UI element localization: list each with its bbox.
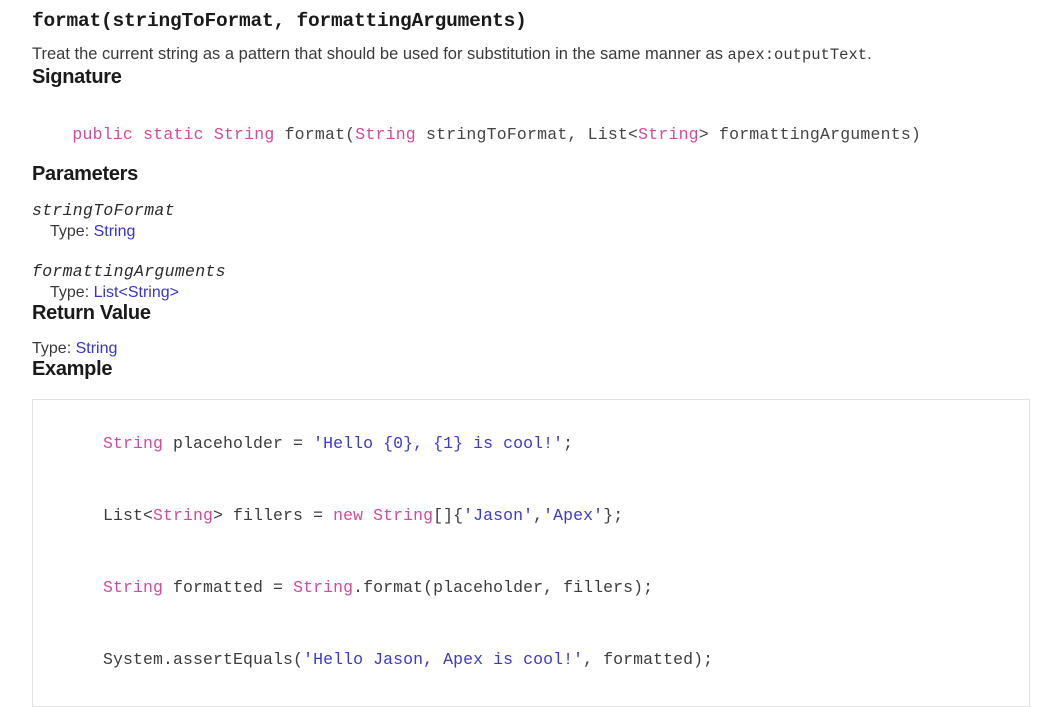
code-token-plain: };	[603, 505, 624, 525]
code-token-plain: ;	[563, 433, 574, 453]
code-token-plain: ,	[533, 505, 544, 525]
description-lead-text: Treat the current string as a pattern th…	[32, 45, 728, 63]
code-line: List<String> fillers = new String[]{'Jas…	[43, 480, 1017, 552]
signature-token-param2-name: > formattingArguments)	[698, 124, 922, 144]
code-line: System.assertEquals('Hello Jason, Apex i…	[43, 624, 1017, 696]
code-token-type: String	[103, 433, 164, 453]
parameter-entry: stringToFormat Type: String	[32, 201, 1029, 241]
parameter-type-label: Type:	[50, 222, 90, 240]
parameter-name: stringToFormat	[32, 200, 175, 220]
code-token-type: String	[293, 577, 354, 597]
parameter-type-label: Type:	[50, 283, 90, 301]
method-description: Treat the current string as a pattern th…	[32, 43, 1029, 66]
code-token-plain: .format(placeholder, fillers);	[353, 577, 654, 597]
code-token-plain: List<	[103, 505, 154, 525]
signature-token-method: format(	[284, 124, 356, 144]
parameter-type-row: Type: List<String>	[50, 284, 1029, 302]
parameters-section-heading: Parameters	[32, 162, 138, 185]
parameter-type-link-string[interactable]: String	[128, 284, 170, 301]
return-type-label: Type:	[32, 339, 72, 357]
return-type-link-string[interactable]: String	[76, 340, 118, 357]
return-value-section-heading: Return Value	[32, 301, 151, 324]
parameter-entry: formattingArguments Type: List<String>	[32, 262, 1029, 302]
code-token-type: String	[153, 505, 214, 525]
parameter-type-row: Type: String	[50, 223, 1029, 241]
signature-token-param2-type: String	[638, 124, 699, 144]
parameter-type-link-list[interactable]: List	[94, 284, 119, 301]
code-token-string: 'Hello {0}, {1} is cool!'	[313, 433, 564, 453]
code-token-plain: []{	[433, 505, 464, 525]
code-token-plain: formatted =	[163, 577, 294, 597]
parameter-type-link-string[interactable]: String	[94, 223, 136, 240]
example-section-heading: Example	[32, 357, 113, 380]
code-token-type: String	[103, 577, 164, 597]
signature-code-line: public static String format(String strin…	[32, 106, 1029, 163]
method-signature-title: format(stringToFormat, formattingArgumen…	[32, 10, 527, 32]
code-token-plain: placeholder =	[163, 433, 314, 453]
parameter-name: formattingArguments	[32, 261, 226, 281]
code-token-string: 'Jason'	[463, 505, 534, 525]
code-token-string: 'Hello Jason, Apex is cool!'	[303, 649, 584, 669]
code-line: String formatted = String.format(placeho…	[43, 552, 1017, 624]
description-inline-code: apex:outputText	[727, 46, 868, 64]
return-type-row: Type: String	[32, 340, 1029, 358]
code-token-string: 'Apex'	[543, 505, 604, 525]
code-token-plain: > fillers =	[213, 505, 334, 525]
code-line: String placeholder = 'Hello {0}, {1} is …	[43, 408, 1017, 480]
signature-token-param1-type: String	[355, 124, 416, 144]
description-trail-text: .	[867, 45, 872, 63]
signature-section-heading: Signature	[32, 65, 122, 88]
signature-token-modifiers: public static String	[72, 124, 285, 144]
code-token-plain: , formatted);	[583, 649, 714, 669]
example-code-block: String placeholder = 'Hello {0}, {1} is …	[32, 398, 1030, 707]
code-token-type: String	[373, 505, 434, 525]
code-token-keyword: new	[333, 505, 364, 525]
signature-token-param1-name: stringToFormat, List<	[415, 124, 639, 144]
code-token-plain: System.assertEquals(	[103, 649, 304, 669]
parameter-type-angle-close: >	[169, 283, 179, 301]
documentation-page: format( stringToFormat, formattingArgumen…	[0, 0, 1057, 707]
parameter-type-angle-open: <	[118, 283, 128, 301]
